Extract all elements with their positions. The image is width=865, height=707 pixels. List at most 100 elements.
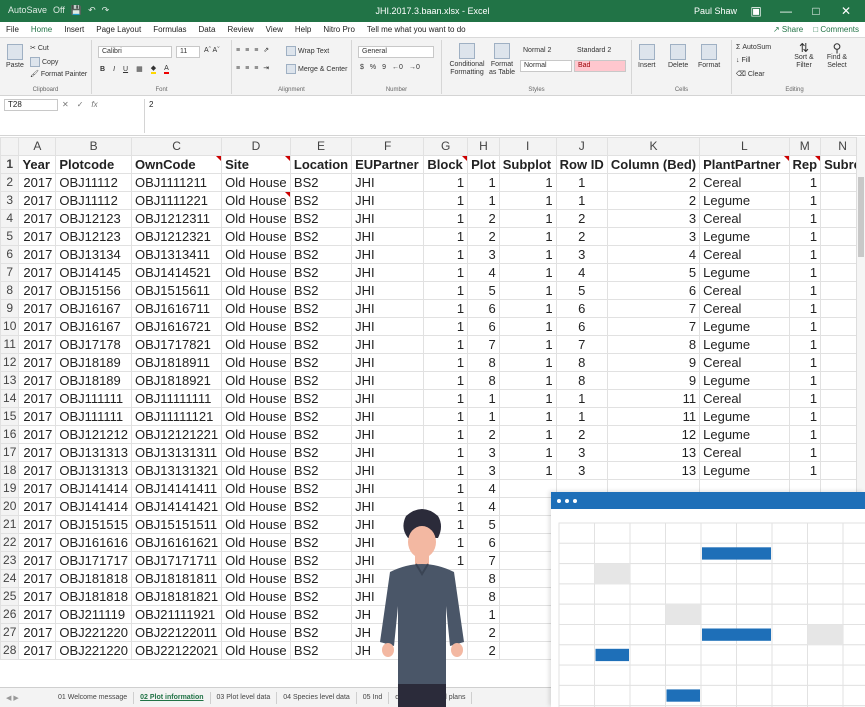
cell[interactable]: OBJ18189: [55, 353, 132, 372]
cell[interactable]: 8: [555, 353, 608, 372]
cell[interactable]: 1: [498, 407, 557, 426]
cell[interactable]: Old House: [221, 551, 291, 570]
row-header[interactable]: 21: [0, 515, 20, 534]
row-header[interactable]: 12: [0, 353, 20, 372]
underline-button[interactable]: U: [123, 66, 128, 73]
cell[interactable]: 1: [423, 191, 469, 210]
cell[interactable]: JHI: [351, 191, 425, 210]
cell[interactable]: 2: [555, 425, 608, 444]
cell[interactable]: JHI: [351, 209, 425, 228]
italic-button[interactable]: I: [113, 66, 115, 73]
row-header[interactable]: 8: [0, 281, 20, 300]
header-cell[interactable]: Subplot: [498, 155, 557, 174]
cell[interactable]: OBJ221220: [55, 623, 132, 642]
copy-button[interactable]: Copy: [30, 57, 58, 67]
cell[interactable]: OBJ111111: [55, 389, 132, 408]
cell[interactable]: 1: [788, 173, 822, 192]
cell[interactable]: 3: [606, 227, 701, 246]
cell[interactable]: Old House: [221, 263, 291, 282]
row-header[interactable]: 9: [0, 299, 20, 318]
cell[interactable]: OBJ1818911: [130, 353, 223, 372]
cell[interactable]: 1: [788, 371, 822, 390]
number-format-select[interactable]: General: [358, 46, 434, 58]
cell[interactable]: 11: [606, 407, 701, 426]
cell[interactable]: Old House: [221, 461, 291, 480]
cell[interactable]: 1: [467, 173, 500, 192]
row-header[interactable]: 17: [0, 443, 20, 462]
cell[interactable]: OBJ211119: [55, 605, 132, 624]
cell[interactable]: 6: [467, 533, 500, 552]
cell[interactable]: 2017: [18, 245, 57, 264]
cell[interactable]: 1: [788, 389, 822, 408]
cell[interactable]: Old House: [221, 335, 291, 354]
cell[interactable]: Old House: [221, 479, 291, 498]
cell[interactable]: 1: [788, 245, 822, 264]
restore-icon[interactable]: □: [801, 2, 831, 20]
cell[interactable]: 1: [498, 317, 557, 336]
cell[interactable]: 1: [423, 371, 469, 390]
fill-color-icon[interactable]: ◆: [150, 64, 157, 74]
cell[interactable]: OBJ18181821: [130, 587, 223, 606]
cell[interactable]: 5: [467, 515, 500, 534]
cell[interactable]: 1: [467, 191, 500, 210]
cell[interactable]: Old House: [221, 533, 291, 552]
column-header[interactable]: C: [130, 137, 223, 156]
align-top-buttons[interactable]: ≡ ≡ ≡ ⇗: [236, 46, 269, 55]
style-bad[interactable]: Bad: [574, 60, 626, 72]
cell[interactable]: BS2: [289, 299, 353, 318]
row-header[interactable]: 27: [0, 623, 20, 642]
cell[interactable]: 5: [555, 281, 608, 300]
cell[interactable]: BS2: [289, 533, 353, 552]
cell[interactable]: 1: [498, 461, 557, 480]
cell[interactable]: [498, 479, 557, 498]
cell[interactable]: 1: [788, 227, 822, 246]
cell[interactable]: 1: [423, 281, 469, 300]
bold-button[interactable]: B: [100, 66, 105, 73]
cell[interactable]: 1: [788, 281, 822, 300]
cell[interactable]: 9: [606, 371, 701, 390]
cell[interactable]: JHI: [351, 425, 425, 444]
cut-button[interactable]: ✂ Cut: [30, 44, 49, 53]
cell[interactable]: 3: [467, 245, 500, 264]
cell[interactable]: Old House: [221, 371, 291, 390]
cell[interactable]: 1: [498, 245, 557, 264]
cell[interactable]: 1: [423, 425, 469, 444]
cell[interactable]: BS2: [289, 335, 353, 354]
cell[interactable]: Old House: [221, 353, 291, 372]
cell[interactable]: 2017: [18, 587, 57, 606]
cell[interactable]: 1: [555, 407, 608, 426]
cell[interactable]: 1: [788, 209, 822, 228]
cell[interactable]: Cereal: [699, 245, 790, 264]
cell[interactable]: JHI: [351, 479, 425, 498]
cell[interactable]: Legume: [699, 461, 790, 480]
fill-button[interactable]: ↓ Fill: [736, 57, 750, 64]
conditional-formatting-button[interactable]: Conditional Formatting: [446, 43, 488, 77]
cell[interactable]: BS2: [289, 173, 353, 192]
header-cell[interactable]: Site: [221, 155, 291, 174]
cell[interactable]: Old House: [221, 641, 291, 660]
cell[interactable]: 1: [498, 191, 557, 210]
cell[interactable]: OBJ1212321: [130, 227, 223, 246]
cell[interactable]: 1: [423, 227, 469, 246]
minimize-icon[interactable]: —: [771, 2, 801, 20]
cell[interactable]: OBJ1313411: [130, 245, 223, 264]
cell[interactable]: [498, 587, 557, 606]
cell[interactable]: 2017: [18, 569, 57, 588]
cell[interactable]: Cereal: [699, 281, 790, 300]
cell[interactable]: [498, 551, 557, 570]
cell[interactable]: 1: [423, 245, 469, 264]
cell[interactable]: 6: [606, 281, 701, 300]
cell[interactable]: 1: [423, 353, 469, 372]
cell[interactable]: Cereal: [699, 443, 790, 462]
style-normal[interactable]: Normal: [520, 60, 572, 72]
cell[interactable]: 9: [606, 353, 701, 372]
cell[interactable]: 2017: [18, 281, 57, 300]
format-as-table-button[interactable]: Format as Table: [488, 43, 516, 77]
cell[interactable]: 1: [788, 191, 822, 210]
cell[interactable]: [498, 515, 557, 534]
cell[interactable]: 8: [467, 569, 500, 588]
cell[interactable]: 1: [467, 407, 500, 426]
cell[interactable]: 8: [467, 587, 500, 606]
cell[interactable]: JHI: [351, 173, 425, 192]
cell[interactable]: 7: [606, 299, 701, 318]
